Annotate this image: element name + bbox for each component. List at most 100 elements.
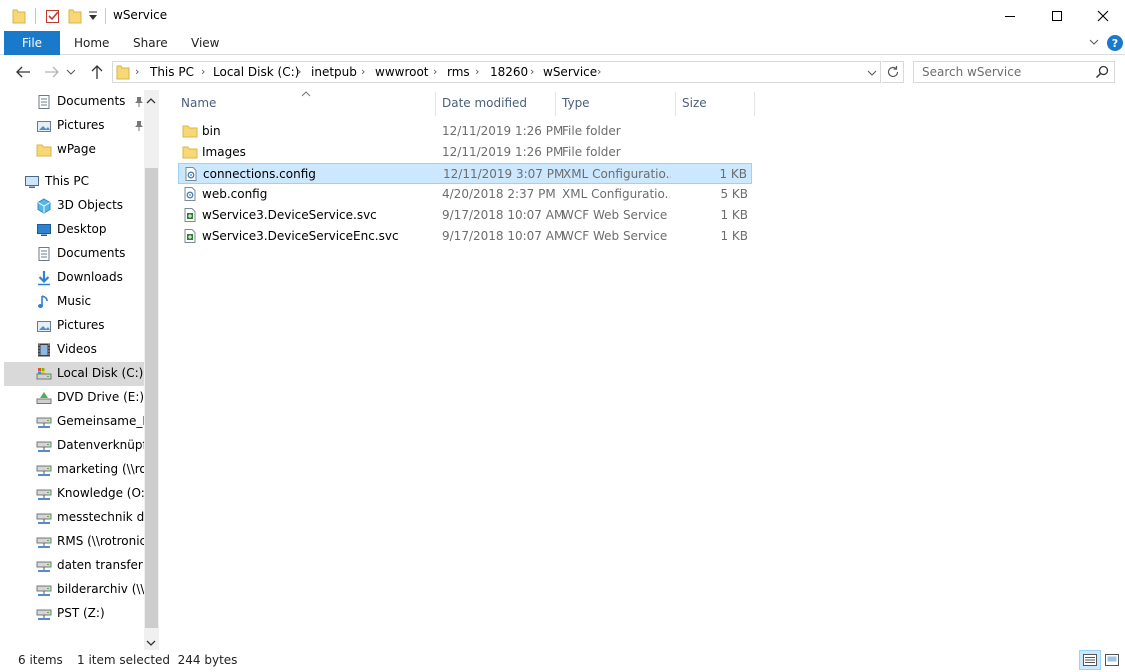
address-dropdown-icon[interactable] — [867, 67, 877, 81]
sidebar-item-music[interactable]: Music — [4, 290, 144, 314]
sidebar-item-daten-transfer[interactable]: daten transfer (\\ — [4, 554, 144, 578]
refresh-button[interactable] — [882, 61, 904, 83]
sidebar-item-label: messtechnik dat — [57, 510, 144, 524]
sidebar-item-documents[interactable]: Documents — [4, 242, 144, 266]
address-bar[interactable]: › This PC › Local Disk (C:) › inetpub › … — [112, 61, 881, 83]
network-drive-icon — [36, 606, 52, 622]
sidebar-item-local-disk-c[interactable]: Local Disk (C:) — [4, 362, 144, 386]
breadcrumb-18260[interactable]: 18260 — [490, 65, 528, 79]
new-folder-icon[interactable] — [68, 8, 82, 27]
back-button[interactable] — [13, 63, 33, 81]
recent-locations-button[interactable] — [65, 63, 77, 81]
breadcrumb-separator-icon[interactable]: › — [530, 65, 534, 78]
file-size: 1 KB — [719, 167, 747, 181]
breadcrumb-rms[interactable]: rms — [447, 65, 470, 79]
sidebar-item-pst-z[interactable]: PST (Z:) — [4, 602, 144, 626]
scroll-up-icon[interactable] — [146, 94, 156, 108]
column-header-type[interactable]: Type — [562, 96, 590, 110]
file-size: 5 KB — [720, 187, 748, 201]
sidebar-item-knowledge-o[interactable]: Knowledge (O:) — [4, 482, 144, 506]
properties-icon[interactable] — [45, 8, 61, 27]
sidebar-item-pictures[interactable]: Pictures — [4, 314, 144, 338]
breadcrumb-wwwroot[interactable]: wwwroot — [375, 65, 429, 79]
sidebar-item-dvd-drive-e-ss[interactable]: DVD Drive (E:) SS — [4, 386, 144, 410]
sidebar-item-label: This PC — [45, 174, 89, 188]
sidebar-item-documents[interactable]: Documents — [4, 90, 144, 114]
up-button[interactable] — [87, 63, 107, 81]
column-header-size[interactable]: Size — [682, 96, 707, 110]
sidebar-item-desktop[interactable]: Desktop — [4, 218, 144, 242]
breadcrumb-separator-icon[interactable]: › — [297, 65, 301, 78]
breadcrumb-this-pc[interactable]: This PC — [150, 65, 194, 79]
network-drive-icon — [36, 534, 52, 550]
table-row[interactable]: bin 12/11/2019 1:26 PM File folder — [178, 121, 752, 142]
title-divider — [105, 8, 106, 24]
column-divider[interactable] — [435, 92, 436, 116]
breadcrumb-inetpub[interactable]: inetpub — [311, 65, 357, 79]
sidebar-item-label: daten transfer (\\ — [57, 558, 144, 572]
sidebar-item-messtechnik-dat[interactable]: messtechnik dat — [4, 506, 144, 530]
pin-icon[interactable] — [134, 96, 144, 111]
sidebar-item-datenverkn-pfu[interactable]: Datenverknüpfu — [4, 434, 144, 458]
arrow-right-icon — [45, 66, 59, 78]
table-row[interactable]: Images 12/11/2019 1:26 PM File folder — [178, 142, 752, 163]
column-divider[interactable] — [675, 92, 676, 116]
expand-ribbon-icon[interactable] — [1088, 36, 1100, 51]
network-drive-icon — [36, 582, 52, 598]
column-header-name[interactable]: Name — [181, 96, 216, 110]
sidebar-item-3d-objects[interactable]: 3D Objects — [4, 194, 144, 218]
folder-icon — [36, 142, 52, 158]
breadcrumb-wservice[interactable]: wService — [543, 65, 597, 79]
details-view-button[interactable] — [1079, 650, 1101, 670]
breadcrumb-separator-icon[interactable]: › — [201, 65, 205, 78]
forward-button[interactable] — [42, 63, 62, 81]
breadcrumb-separator-icon[interactable]: › — [597, 65, 601, 78]
sidebar-item-this-pc[interactable]: This PC — [4, 170, 144, 194]
sidebar-item-label: wPage — [57, 142, 96, 156]
search-icon[interactable] — [1095, 65, 1109, 82]
large-icons-view-button[interactable] — [1101, 650, 1123, 670]
search-input[interactable]: Search wService — [913, 61, 1115, 83]
sidebar-item-gemeinsame-da[interactable]: Gemeinsame_Da — [4, 410, 144, 434]
config-file-icon — [183, 166, 199, 182]
3d-objects-icon — [36, 198, 52, 214]
minimize-button[interactable] — [987, 0, 1033, 31]
column-header-date[interactable]: Date modified — [442, 96, 527, 110]
sidebar-item-label: Music — [57, 294, 92, 308]
sidebar-item-rms-rotronic[interactable]: RMS (\\rotronic. — [4, 530, 144, 554]
breadcrumb-separator-icon[interactable]: › — [361, 65, 365, 78]
tab-home[interactable]: Home — [74, 36, 109, 50]
column-divider[interactable] — [555, 92, 556, 116]
table-row[interactable]: wService3.DeviceService.svc 9/17/2018 10:… — [178, 205, 752, 226]
breadcrumb-local-disk[interactable]: Local Disk (C:) — [213, 65, 299, 79]
breadcrumb-separator-icon[interactable]: › — [475, 65, 479, 78]
quick-access-divider — [35, 8, 36, 24]
maximize-button[interactable] — [1034, 0, 1080, 31]
table-row[interactable]: connections.config 12/11/2019 3:07 PM XML … — [178, 163, 752, 184]
nav-scrollbar-thumb[interactable] — [145, 168, 158, 628]
column-divider[interactable] — [754, 92, 755, 116]
sidebar-item-marketing-rot[interactable]: marketing (\\rot — [4, 458, 144, 482]
folder-icon[interactable] — [12, 8, 26, 27]
tab-share[interactable]: Share — [133, 36, 168, 50]
sidebar-item-pictures[interactable]: Pictures — [4, 114, 144, 138]
customize-quick-access-icon[interactable] — [88, 10, 98, 25]
maximize-icon — [1052, 10, 1062, 21]
tab-view[interactable]: View — [191, 36, 219, 50]
pin-icon[interactable] — [134, 120, 144, 135]
sidebar-item-downloads[interactable]: Downloads — [4, 266, 144, 290]
table-row[interactable]: web.config 4/20/2018 2:37 PM XML Configura… — [178, 184, 752, 205]
sidebar-item-bilderarchiv-ro[interactable]: bilderarchiv (\\ro — [4, 578, 144, 602]
breadcrumb-separator-icon[interactable]: › — [433, 65, 437, 78]
table-row[interactable]: wService3.DeviceServiceEnc.svc 9/17/2018 … — [178, 226, 752, 247]
tab-file[interactable]: File — [4, 31, 60, 55]
network-drive-icon — [36, 414, 52, 430]
sidebar-item-wpage[interactable]: wPage — [4, 138, 144, 162]
help-icon[interactable]: ? — [1107, 35, 1123, 51]
file-type: XML Configuratio... — [563, 167, 671, 181]
scroll-down-icon[interactable] — [146, 636, 156, 650]
breadcrumb-separator-icon[interactable]: › — [135, 65, 139, 78]
close-button[interactable] — [1080, 0, 1125, 31]
sidebar-item-videos[interactable]: Videos — [4, 338, 144, 362]
nav-scrollbar[interactable] — [144, 90, 159, 650]
